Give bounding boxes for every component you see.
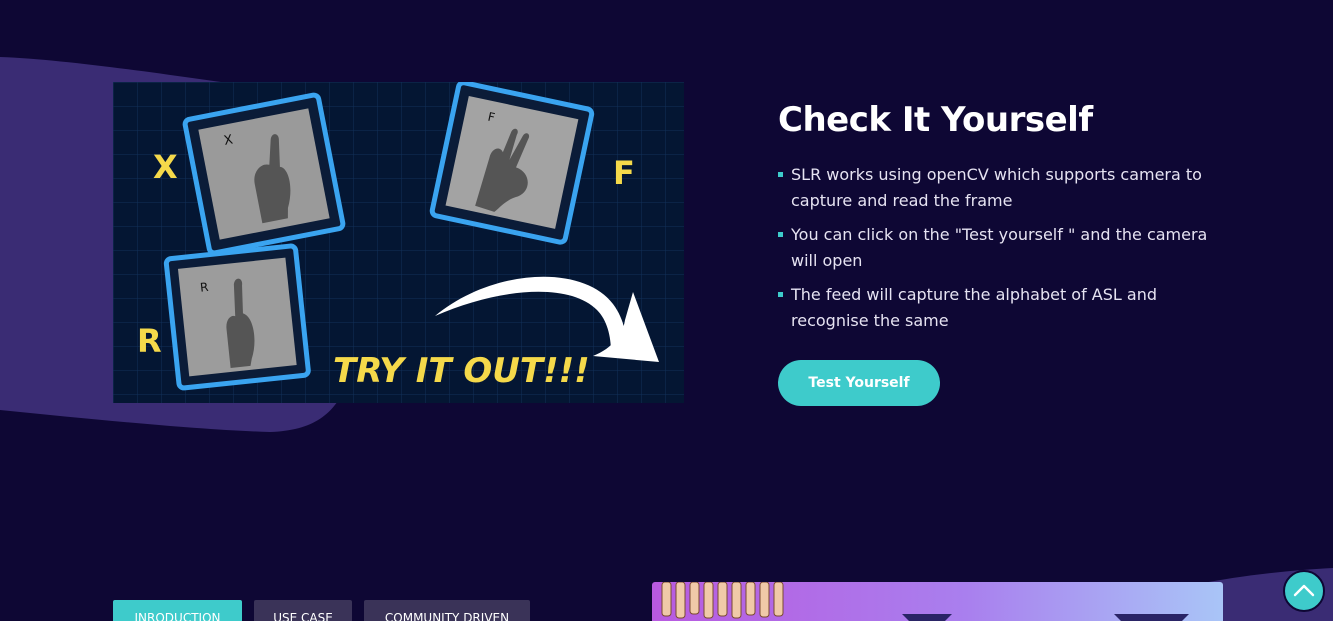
- svg-text:R: R: [199, 280, 209, 295]
- square-bullet-icon: [778, 292, 783, 297]
- tab-introduction[interactable]: INRODUCTION: [113, 600, 242, 621]
- sign-language-showcase-image: X F R X F R TRY IT OUT!!!: [113, 82, 684, 403]
- letter-r: R: [137, 322, 162, 360]
- scroll-to-top-button[interactable]: [1283, 570, 1325, 612]
- sign-card-r: R: [163, 243, 311, 391]
- feature-item: SLR works using openCV which supports ca…: [778, 162, 1218, 214]
- feature-item: The feed will capture the alphabet of AS…: [778, 282, 1218, 334]
- feature-text: SLR works using openCV which supports ca…: [791, 165, 1202, 210]
- letter-x: X: [153, 148, 178, 186]
- showcase-illustration: X F R X F R TRY IT OUT!!!: [113, 82, 684, 403]
- community-image: [652, 582, 1223, 621]
- community-illustration: [661, 582, 1189, 621]
- tab-use-case[interactable]: USE CASE: [254, 600, 352, 621]
- showcase-tagline: TRY IT OUT!!!: [333, 351, 590, 391]
- tab-community-driven[interactable]: COMMUNITY DRIVEN: [364, 600, 530, 621]
- section-title: Check It Yourself: [778, 100, 1093, 140]
- square-bullet-icon: [778, 232, 783, 237]
- feature-list: SLR works using openCV which supports ca…: [778, 162, 1218, 342]
- page: X F R X F R TRY IT OUT!!! Check It Yours…: [0, 0, 1333, 621]
- sign-card-x: X: [182, 92, 346, 256]
- chevron-up-icon: [1293, 584, 1315, 597]
- feature-text: The feed will capture the alphabet of AS…: [791, 285, 1158, 330]
- feature-item: You can click on the "Test yourself " an…: [778, 222, 1218, 274]
- test-yourself-button[interactable]: Test Yourself: [778, 360, 940, 406]
- sign-card-f: F: [429, 82, 595, 245]
- square-bullet-icon: [778, 172, 783, 177]
- letter-f: F: [613, 154, 635, 192]
- feature-text: You can click on the "Test yourself " an…: [791, 225, 1208, 270]
